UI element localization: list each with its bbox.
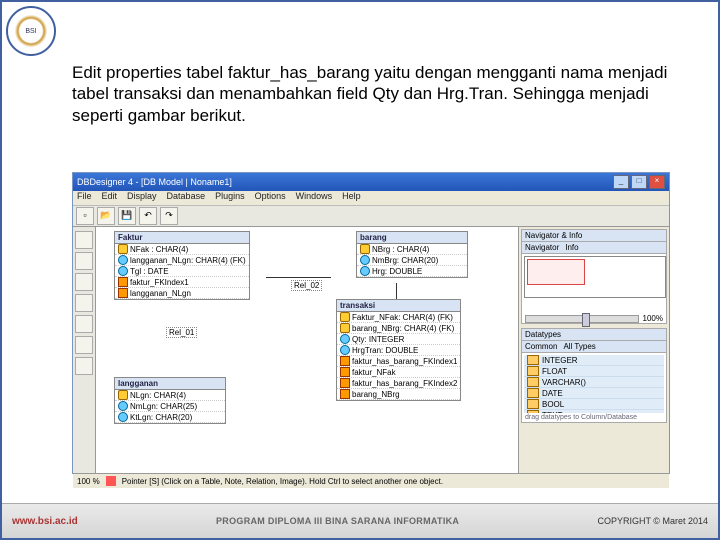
menu-help[interactable]: Help [342, 191, 361, 205]
close-button[interactable]: × [649, 175, 665, 189]
table-faktur[interactable]: Faktur NFak : CHAR(4) langganan_NLgn: CH… [114, 231, 250, 300]
zoom-slider[interactable] [525, 315, 639, 323]
datatype-hint: drag datatypes to Column/Database [522, 413, 666, 422]
field-icon [360, 266, 370, 276]
table-header: langganan [115, 378, 225, 390]
index-icon [340, 389, 350, 399]
field-icon [118, 412, 128, 422]
menu-options[interactable]: Options [255, 191, 286, 205]
footer-copyright: COPYRIGHT © Maret 2014 [597, 516, 708, 526]
navigator-panel: Navigator & Info Navigator Info 100% [521, 229, 667, 324]
datatypes-panel: Datatypes Common All Types INTEGER FLOAT… [521, 328, 667, 423]
right-panel: Navigator & Info Navigator Info 100% [518, 227, 669, 473]
menu-windows[interactable]: Windows [296, 191, 333, 205]
navigator-title: Navigator & Info [525, 231, 582, 240]
window-titlebar: DBDesigner 4 - [DB Model | Noname1] _ □ … [73, 173, 669, 191]
footer-url: www.bsi.ac.id [12, 516, 78, 527]
relation-1n-tool-icon[interactable] [75, 273, 93, 291]
toolbar-new-icon[interactable]: ▫ [76, 207, 94, 225]
datatype-item[interactable]: DATE [524, 388, 664, 399]
field-icon [118, 255, 128, 265]
tool-palette [73, 227, 96, 473]
menu-plugins[interactable]: Plugins [215, 191, 245, 205]
tab-common-types[interactable]: Common [525, 342, 557, 351]
minimize-button[interactable]: _ [613, 175, 629, 189]
datatype-item[interactable]: INTEGER [524, 355, 664, 366]
minimap[interactable] [524, 256, 666, 298]
window-title: DBDesigner 4 - [DB Model | Noname1] [77, 177, 232, 187]
dbdesigner-window: DBDesigner 4 - [DB Model | Noname1] _ □ … [72, 172, 670, 474]
index-icon [340, 367, 350, 377]
field-icon [118, 401, 128, 411]
datatype-item[interactable]: BOOL [524, 399, 664, 410]
relation-label-02[interactable]: Rel_02 [291, 280, 322, 291]
datatype-icon [527, 410, 539, 413]
toolbar: ▫ 📂 💾 ↶ ↷ [73, 206, 669, 227]
model-canvas[interactable]: Faktur NFak : CHAR(4) langganan_NLgn: CH… [96, 227, 518, 473]
pointer-tool-icon[interactable] [75, 231, 93, 249]
status-bar: 100 % Pointer [S] (Click on a Table, Not… [73, 473, 669, 488]
footer-program: PROGRAM DIPLOMA III BINA SARANA INFORMAT… [216, 516, 459, 526]
key-icon [340, 323, 350, 333]
datatype-icon [527, 388, 539, 398]
index-icon [340, 356, 350, 366]
key-icon [340, 312, 350, 322]
toolbar-open-icon[interactable]: 📂 [97, 207, 115, 225]
index-icon [118, 288, 128, 298]
datatype-icon [527, 355, 539, 365]
tab-info[interactable]: Info [565, 243, 578, 252]
menu-display[interactable]: Display [127, 191, 157, 205]
toolbar-save-icon[interactable]: 💾 [118, 207, 136, 225]
relation-label-01[interactable]: Rel_01 [166, 327, 197, 338]
index-icon [118, 277, 128, 287]
toolbar-undo-icon[interactable]: ↶ [139, 207, 157, 225]
tab-navigator[interactable]: Navigator [525, 243, 559, 252]
institution-logo: BSI [6, 6, 56, 56]
menu-edit[interactable]: Edit [102, 191, 118, 205]
relation-line[interactable] [266, 277, 331, 278]
table-tool-icon[interactable] [75, 252, 93, 270]
region-tool-icon[interactable] [75, 357, 93, 375]
record-icon [106, 476, 116, 486]
table-header: Faktur [115, 232, 249, 244]
field-icon [340, 345, 350, 355]
menu-bar: File Edit Display Database Plugins Optio… [73, 191, 669, 206]
tab-all-types[interactable]: All Types [563, 342, 595, 351]
toolbar-redo-icon[interactable]: ↷ [160, 207, 178, 225]
key-icon [118, 390, 128, 400]
table-transaksi[interactable]: transaksi Faktur_NFak: CHAR(4) (FK) bara… [336, 299, 461, 401]
field-icon [360, 255, 370, 265]
maximize-button[interactable]: □ [631, 175, 647, 189]
relation-nm-tool-icon[interactable] [75, 294, 93, 312]
slide-body-text: Edit properties tabel faktur_has_barang … [72, 62, 672, 126]
datatype-icon [527, 366, 539, 376]
menu-file[interactable]: File [77, 191, 92, 205]
key-icon [118, 244, 128, 254]
field-icon [340, 334, 350, 344]
datatypes-title: Datatypes [525, 330, 561, 339]
slide-footer: www.bsi.ac.id PROGRAM DIPLOMA III BINA S… [2, 503, 718, 538]
table-barang[interactable]: barang NBrg : CHAR(4) NmBrg: CHAR(20) Hr… [356, 231, 468, 278]
index-icon [340, 378, 350, 388]
datatype-icon [527, 377, 539, 387]
table-header: barang [357, 232, 467, 244]
key-icon [360, 244, 370, 254]
status-hint: Pointer [S] (Click on a Table, Note, Rel… [122, 477, 443, 486]
field-icon [118, 266, 128, 276]
menu-database[interactable]: Database [167, 191, 206, 205]
zoom-value: 100% [643, 314, 663, 323]
image-tool-icon[interactable] [75, 336, 93, 354]
datatype-item[interactable]: FLOAT [524, 366, 664, 377]
datatype-icon [527, 399, 539, 409]
table-langganan[interactable]: langganan NLgn: CHAR(4) NmLgn: CHAR(25) … [114, 377, 226, 424]
datatype-item[interactable]: VARCHAR() [524, 377, 664, 388]
relation-line[interactable] [396, 283, 398, 299]
note-tool-icon[interactable] [75, 315, 93, 333]
status-zoom: 100 % [77, 477, 100, 486]
table-header: transaksi [337, 300, 460, 312]
